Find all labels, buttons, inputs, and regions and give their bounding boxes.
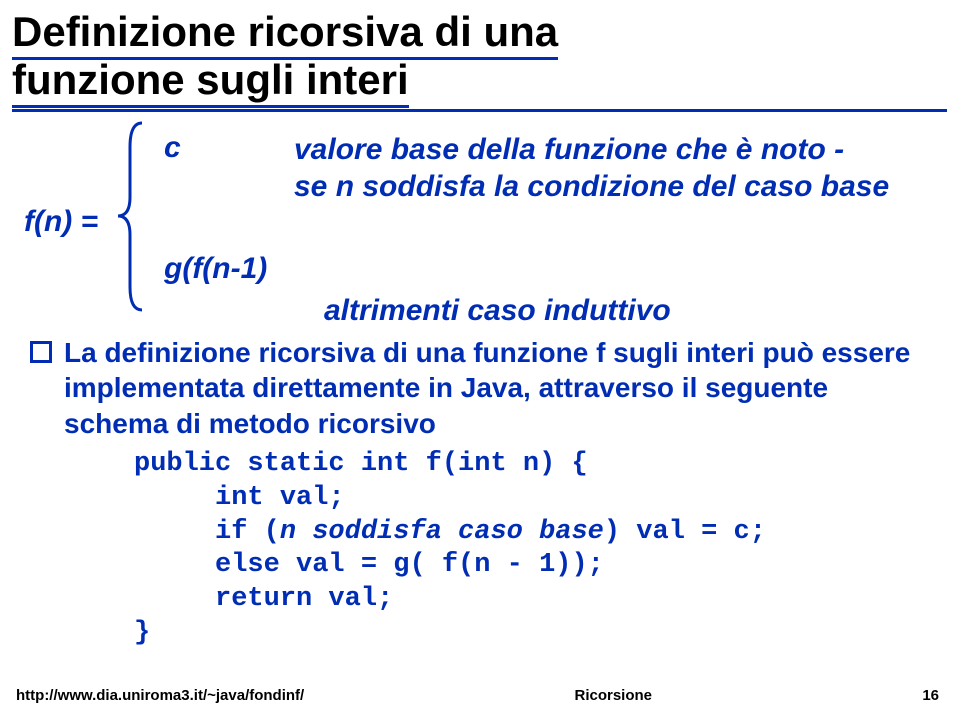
title-line-1: Definizione ricorsiva di una <box>12 8 558 60</box>
footer-url: http://www.dia.uniroma3.it/~java/fondinf… <box>16 687 304 704</box>
case-g-symbol: g(f(n-1) <box>164 252 324 286</box>
title-line-2: funzione sugli interi <box>12 56 409 108</box>
curly-brace-icon <box>112 119 152 314</box>
lhs-fn: f(n) = <box>24 205 98 239</box>
rhs-cases: c valore base della funzione che è noto … <box>164 131 954 336</box>
code-l4: else val = g( f(n - 1)); <box>134 550 604 580</box>
slide-footer: http://www.dia.uniroma3.it/~java/fondinf… <box>16 687 939 704</box>
code-l2: int val; <box>134 483 345 513</box>
title-underline <box>12 109 947 112</box>
case-c-symbol: c <box>164 131 294 165</box>
bullet-square-icon <box>30 341 52 363</box>
code-l5: return val; <box>134 584 393 614</box>
code-l3b: n soddisfa caso base <box>280 517 604 547</box>
case-g-desc: altrimenti caso induttivo <box>324 292 671 330</box>
case-c-desc-2: se n soddisfa la condizione del caso bas… <box>294 170 889 203</box>
code-l3c: ) val = c; <box>604 517 766 547</box>
code-block: public static int f(int n) { int val; if… <box>134 448 929 651</box>
footer-page: 16 <box>922 687 939 704</box>
code-l6: } <box>134 618 150 648</box>
paragraph-text: La definizione ricorsiva di una funzione… <box>64 335 929 442</box>
slide-title: Definizione ricorsiva di una funzione su… <box>0 0 959 105</box>
code-l3a: if ( <box>134 517 280 547</box>
footer-section: Ricorsione <box>575 687 653 704</box>
case-c-desc-1: valore base della funzione che è noto - <box>294 133 844 166</box>
body-paragraph: La definizione ricorsiva di una funzione… <box>30 335 929 651</box>
definition-box: f(n) = c valore base della funzione che … <box>24 127 959 317</box>
code-l1: public static int f(int n) { <box>134 449 588 479</box>
